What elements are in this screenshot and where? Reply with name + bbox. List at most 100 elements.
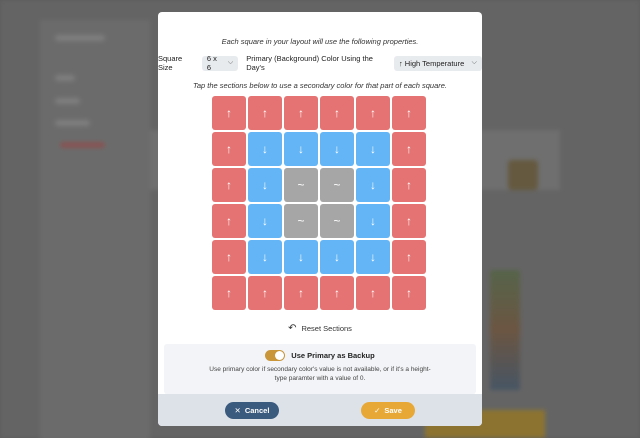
grid-cell-red[interactable]: ↑ [356,276,390,310]
grid-cell-red[interactable]: ↑ [392,204,426,238]
arrow-up-icon: ↑ [226,178,232,192]
grid-cell-red[interactable]: ↑ [284,276,318,310]
grid-cell-red[interactable]: ↑ [212,240,246,274]
arrow-down-icon: ↓ [370,142,376,156]
chevron-down-icon: ⌵ [471,59,477,66]
grid-cell-blue[interactable]: ↓ [356,240,390,274]
arrow-up-icon: ↑ [334,106,340,120]
save-label: Save [384,405,402,415]
arrow-up-icon: ↑ [298,106,304,120]
grid-cell-red[interactable]: ↑ [212,132,246,166]
chevron-down-icon: ⌵ [227,59,234,66]
section-grid: ↑ ↑ ↑ ↑ ↑ ↑ ↑ ↓ ↓ ↓ ↓ ↑ ↑ ↓ ~ ~ ↓ ↑ ↑ ↓ ~ ~ ↓ ↑ ↑ ↓ ↓ ↓ ↓ ↑ ↑ ↑ ↑ ↑ ↑ ↑ [212,96,427,311]
grid-cell-blue[interactable]: ↓ [248,240,282,274]
toggle-knob [275,351,285,360]
grid-cell-red[interactable]: ↑ [320,96,354,130]
arrow-up-icon: ↑ [226,106,232,120]
primary-color-value: High Temperature [404,58,465,68]
arrow-up-icon: ↑ [406,250,412,264]
arrow-up-icon: ↑ [226,142,232,156]
arrow-up-icon: ↑ [370,106,376,120]
properties-row: Square Size 6 x 6 ⌵ Primary (Background)… [158,54,482,72]
primary-color-label: Primary (Background) Color Using the Day… [246,54,373,72]
square-properties-modal: Each square in your layout will use the … [158,12,482,426]
grid-cell-red[interactable]: ↑ [212,168,246,202]
arrow-up-icon: ↑ [370,286,376,300]
grid-cell-grey[interactable]: ~ [284,168,318,202]
arrow-down-icon: ↓ [298,142,304,156]
grid-cell-red[interactable]: ↑ [284,96,318,130]
arrow-down-icon: ↓ [262,250,268,264]
arrow-up-icon: ↑ [406,214,412,228]
grid-cell-grey[interactable]: ~ [320,204,354,238]
grid-cell-blue[interactable]: ↓ [248,132,282,166]
grid-cell-red[interactable]: ↑ [392,168,426,202]
arrow-down-icon: ↓ [262,142,268,156]
grid-cell-red[interactable]: ↑ [320,276,354,310]
cancel-button[interactable]: ✕ Cancel [225,401,279,419]
arrow-up-icon: ↑ [398,58,403,68]
hint-text: Tap the sections below to use a secondar… [192,81,448,90]
grid-cell-red[interactable]: ↑ [392,240,426,274]
primary-color-select[interactable]: ↑ High Temperature ⌵ [393,55,482,71]
square-size-value: 6 x 6 [206,54,217,72]
grid-cell-blue[interactable]: ↓ [284,240,318,274]
backup-title: Use Primary as Backup [291,351,375,360]
arrow-up-icon: ↑ [334,286,340,300]
close-icon: ✕ [234,405,241,415]
arrow-up-icon: ↑ [406,142,412,156]
arrow-down-icon: ↓ [370,250,376,264]
grid-cell-blue[interactable]: ↓ [248,204,282,238]
arrow-down-icon: ↓ [370,214,376,228]
tilde-icon: ~ [333,214,341,228]
backup-description: Use primary color if secondary color's v… [209,366,431,382]
reset-sections-button[interactable]: ↶ Reset Sections [158,323,482,334]
backup-panel: Use Primary as Backup Use primary color … [164,344,476,394]
undo-icon: ↶ [288,323,297,334]
intro-text: Each square in your layout will use the … [221,37,419,46]
grid-cell-blue[interactable]: ↓ [320,132,354,166]
backup-toggle[interactable] [265,350,286,361]
arrow-up-icon: ↑ [262,106,268,120]
grid-cell-red[interactable]: ↑ [248,276,282,310]
arrow-up-icon: ↑ [406,286,412,300]
grid-cell-blue[interactable]: ↓ [356,168,390,202]
square-size-select[interactable]: 6 x 6 ⌵ [201,54,239,72]
arrow-up-icon: ↑ [226,286,232,300]
grid-cell-red[interactable]: ↑ [248,96,282,130]
arrow-down-icon: ↓ [298,250,304,264]
save-button[interactable]: ✓ Save [361,401,415,419]
arrow-down-icon: ↓ [370,178,376,192]
check-icon: ✓ [374,405,381,415]
arrow-up-icon: ↑ [226,214,232,228]
grid-cell-grey[interactable]: ~ [320,168,354,202]
backup-toggle-row: Use Primary as Backup [164,350,476,361]
grid-cell-blue[interactable]: ↓ [356,204,390,238]
tilde-icon: ~ [297,178,305,192]
arrow-up-icon: ↑ [262,286,268,300]
arrow-up-icon: ↑ [406,178,412,192]
grid-cell-blue[interactable]: ↓ [248,168,282,202]
cancel-label: Cancel [244,405,270,415]
grid-cell-red[interactable]: ↑ [392,132,426,166]
primary-color-value-wrap: ↑ High Temperature [399,59,464,68]
grid-cell-blue[interactable]: ↓ [320,240,354,274]
grid-cell-blue[interactable]: ↓ [284,132,318,166]
reset-sections-label: Reset Sections [301,324,352,333]
grid-cell-blue[interactable]: ↓ [356,132,390,166]
tilde-icon: ~ [297,214,305,228]
grid-cell-red[interactable]: ↑ [212,276,246,310]
arrow-up-icon: ↑ [406,106,412,120]
arrow-up-icon: ↑ [298,286,304,300]
grid-cell-red[interactable]: ↑ [392,276,426,310]
arrow-down-icon: ↓ [334,250,340,264]
grid-cell-red[interactable]: ↑ [212,204,246,238]
arrow-up-icon: ↑ [226,250,232,264]
arrow-down-icon: ↓ [262,178,268,192]
grid-cell-red[interactable]: ↑ [356,96,390,130]
grid-cell-grey[interactable]: ~ [284,204,318,238]
arrow-down-icon: ↓ [334,142,340,156]
tilde-icon: ~ [333,178,341,192]
grid-cell-red[interactable]: ↑ [212,96,246,130]
grid-cell-red[interactable]: ↑ [392,96,426,130]
